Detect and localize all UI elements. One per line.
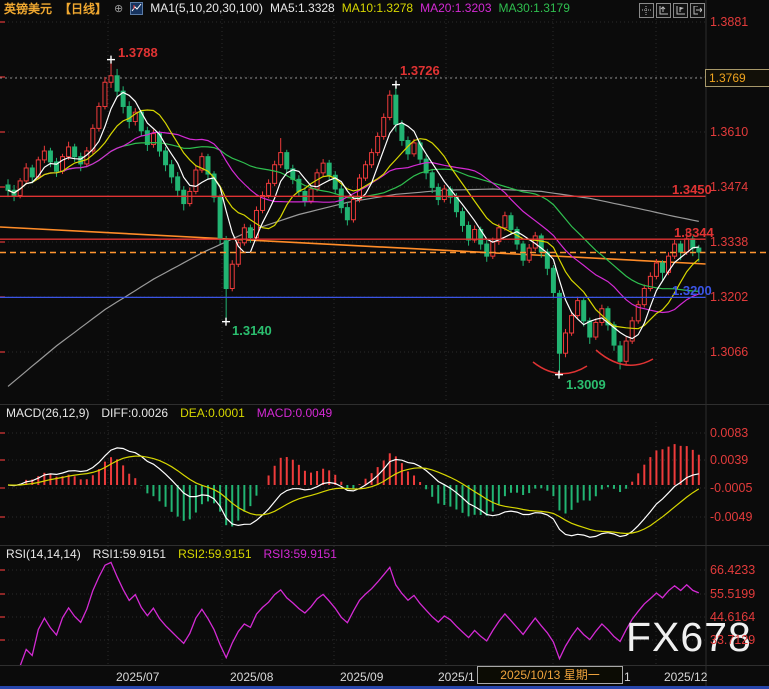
rsi-pane-header: RSI(14,14,14) RSI1:59.9151 RSI2:59.9151 … bbox=[6, 547, 337, 561]
chart-svg[interactable] bbox=[0, 0, 769, 689]
move-tool-icon[interactable] bbox=[639, 3, 654, 18]
crosshair-price-label: 1.3769 bbox=[705, 69, 769, 87]
rsi-name-label: RSI(14,14,14) bbox=[6, 547, 81, 561]
ma20-value: MA20:1.3203 bbox=[420, 1, 491, 15]
chart-toolbar bbox=[639, 3, 705, 18]
axis-zoom-in-icon[interactable] bbox=[656, 3, 671, 18]
indicator-chart-icon[interactable] bbox=[130, 2, 143, 15]
exit-right-icon[interactable] bbox=[690, 3, 705, 18]
symbol-title: 英镑美元 bbox=[4, 0, 52, 17]
fx678-watermark: FX678 bbox=[626, 614, 752, 661]
macd-diff-value: DIFF:0.0026 bbox=[101, 406, 168, 420]
rsi3-value: RSI3:59.9151 bbox=[264, 547, 337, 561]
macd-dea-value: DEA:0.0001 bbox=[180, 406, 245, 420]
settings-gear-icon[interactable]: ⊕ bbox=[114, 2, 123, 15]
ma-settings-label: MA1(5,10,20,30,100) bbox=[150, 1, 263, 15]
macd-macd-value: MACD:0.0049 bbox=[257, 406, 332, 420]
macd-pane-header: MACD(26,12,9) DIFF:0.0026 DEA:0.0001 MAC… bbox=[6, 406, 332, 420]
trading-chart-window: 英镑美元 【日线】 ⊕ MA1(5,10,20,30,100) MA5:1.33… bbox=[0, 0, 769, 689]
crosshair-date-tooltip: 2025/10/13 星期一 bbox=[477, 666, 623, 684]
rsi2-value: RSI2:59.9151 bbox=[178, 547, 251, 561]
axis-zoom-out-icon[interactable] bbox=[673, 3, 688, 18]
ma10-value: MA10:1.3278 bbox=[342, 1, 413, 15]
ma5-value: MA5:1.3328 bbox=[270, 1, 335, 15]
macd-name-label: MACD(26,12,9) bbox=[6, 406, 89, 420]
ma30-value: MA30:1.3179 bbox=[499, 1, 570, 15]
period-label: 【日线】 bbox=[59, 0, 107, 17]
rsi1-value: RSI1:59.9151 bbox=[93, 547, 166, 561]
chart-canvas[interactable] bbox=[0, 0, 769, 689]
